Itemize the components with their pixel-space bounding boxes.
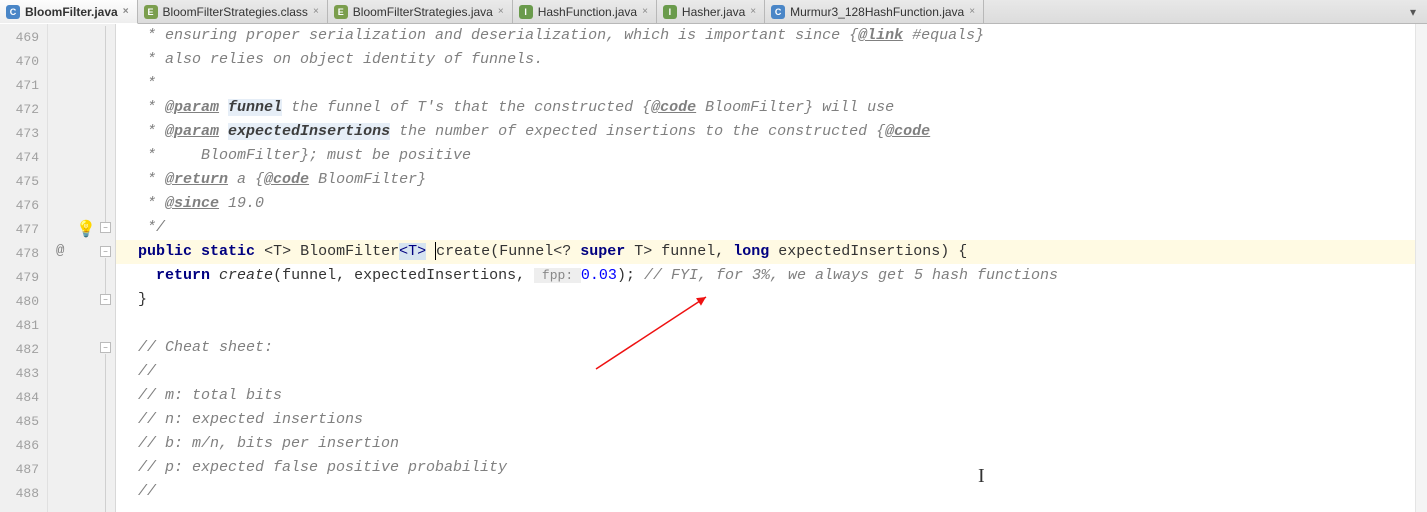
code-line: } [116,288,1427,312]
close-icon[interactable]: × [969,7,975,17]
intention-bulb-icon[interactable]: 💡 [76,219,96,239]
line-number: 476 [0,194,47,218]
class-file-icon: C [771,5,785,19]
line-number: 475 [0,170,47,194]
code-line: // n: expected insertions [116,408,1427,432]
chevron-down-icon[interactable]: ▾ [1405,4,1421,20]
code-line: * @since 19.0 [116,192,1427,216]
line-number: 472 [0,98,47,122]
fold-guide-line [105,354,106,512]
tab-label: Hasher.java [682,5,745,19]
code-line: * @return a {@code BloomFilter} [116,168,1427,192]
code-line: return create(funnel, expectedInsertions… [116,264,1427,288]
line-number: 474 [0,146,47,170]
close-icon[interactable]: × [123,7,129,17]
fold-collapse-icon[interactable]: − [100,222,111,233]
interface-file-icon: I [519,5,533,19]
override-marker-icon[interactable]: @ [56,243,64,259]
code-line: */ [116,216,1427,240]
code-line: * @param funnel the funnel of T's that t… [116,96,1427,120]
code-editor[interactable]: 469 470 471 472 473 474 475 476 477 478 … [0,24,1427,512]
tab-label: Murmur3_128HashFunction.java [790,5,964,19]
tab-hashfunction-java[interactable]: I HashFunction.java × [513,0,657,23]
code-text-area[interactable]: * ensuring proper serialization and dese… [116,24,1427,512]
tab-label: BloomFilterStrategies.class [163,5,308,19]
line-number: 477 [0,218,47,242]
code-line: * @param expectedInsertions the number o… [116,120,1427,144]
right-marker-strip[interactable] [1415,24,1427,512]
code-line: // Cheat sheet: [116,336,1427,360]
code-line: * ensuring proper serialization and dese… [116,24,1427,48]
tab-label: BloomFilterStrategies.java [353,5,493,19]
code-line: // [116,360,1427,384]
line-number: 487 [0,458,47,482]
close-icon[interactable]: × [750,7,756,17]
line-number: 480 [0,290,47,314]
tab-bloomfilterstrategies-java[interactable]: E BloomFilterStrategies.java × [328,0,513,23]
enum-file-icon: E [144,5,158,19]
fold-collapse-icon[interactable]: − [100,342,111,353]
line-number: 470 [0,50,47,74]
tab-label: HashFunction.java [538,5,637,19]
tab-hasher-java[interactable]: I Hasher.java × [657,0,765,23]
tab-bloomfilterstrategies-class[interactable]: E BloomFilterStrategies.class × [138,0,328,23]
line-number: 478 [0,242,47,266]
line-number: 482 [0,338,47,362]
line-number: 484 [0,386,47,410]
code-line [116,312,1427,336]
line-number: 488 [0,482,47,506]
line-number: 483 [0,362,47,386]
tab-bloomfilter-java[interactable]: C BloomFilter.java × [0,0,138,24]
code-line: * also relies on object identity of funn… [116,48,1427,72]
line-number: 473 [0,122,47,146]
line-number: 469 [0,26,47,50]
marker-gutter: − 💡 @ − − − [48,24,116,512]
line-number: 471 [0,74,47,98]
close-icon[interactable]: × [642,7,648,17]
fold-collapse-icon[interactable]: − [100,246,111,257]
code-line: // p: expected false positive probabilit… [116,456,1427,480]
code-line: // m: total bits [116,384,1427,408]
tab-bar-right-controls: ▾ [1405,0,1427,23]
code-line: // [116,480,1427,504]
parameter-hint: fpp: [534,268,581,283]
close-icon[interactable]: × [498,7,504,17]
line-number: 479 [0,266,47,290]
fold-end-icon[interactable]: − [100,294,111,305]
tab-murmur3-128hashfunction-java[interactable]: C Murmur3_128HashFunction.java × [765,0,984,23]
line-number: 485 [0,410,47,434]
line-number: 481 [0,314,47,338]
tab-label: BloomFilter.java [25,5,118,19]
editor-tab-bar: C BloomFilter.java × E BloomFilterStrate… [0,0,1427,24]
code-line-current: public static <T> BloomFilter<T> create(… [116,240,1427,264]
enum-file-icon: E [334,5,348,19]
line-number: 486 [0,434,47,458]
class-file-icon: C [6,5,20,19]
code-line: * [116,72,1427,96]
code-line: // b: m/n, bits per insertion [116,432,1427,456]
line-number-gutter: 469 470 471 472 473 474 475 476 477 478 … [0,24,48,512]
code-line: * BloomFilter}; must be positive [116,144,1427,168]
fold-guide-line [105,26,106,230]
close-icon[interactable]: × [313,7,319,17]
interface-file-icon: I [663,5,677,19]
